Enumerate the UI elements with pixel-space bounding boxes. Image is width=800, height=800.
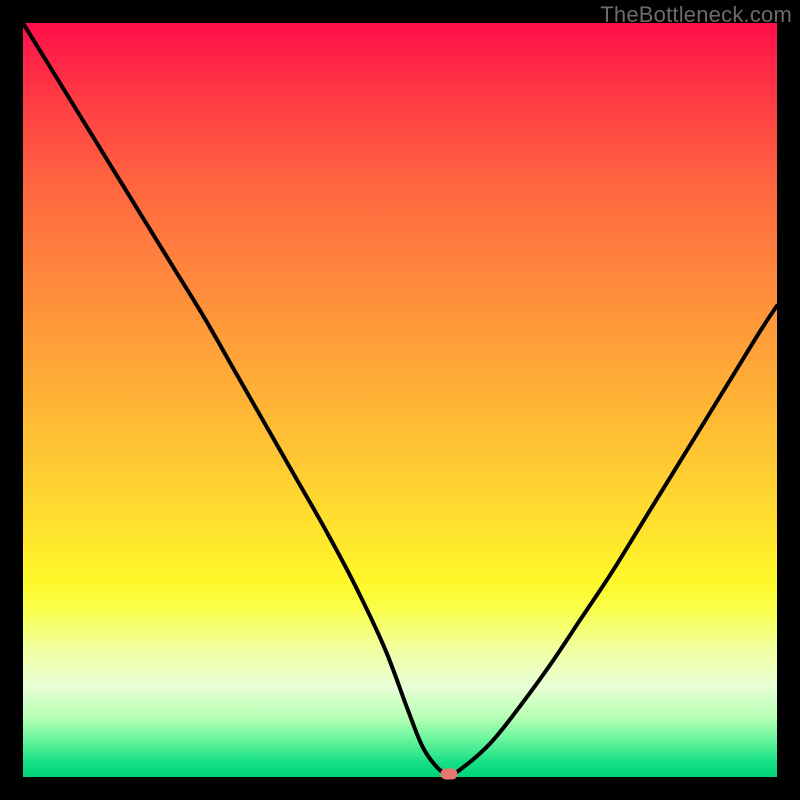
optimum-marker [441, 768, 458, 779]
plot-area [23, 23, 777, 777]
bottleneck-curve [23, 23, 777, 777]
watermark-text: TheBottleneck.com [600, 2, 792, 28]
chart-frame: TheBottleneck.com [0, 0, 800, 800]
